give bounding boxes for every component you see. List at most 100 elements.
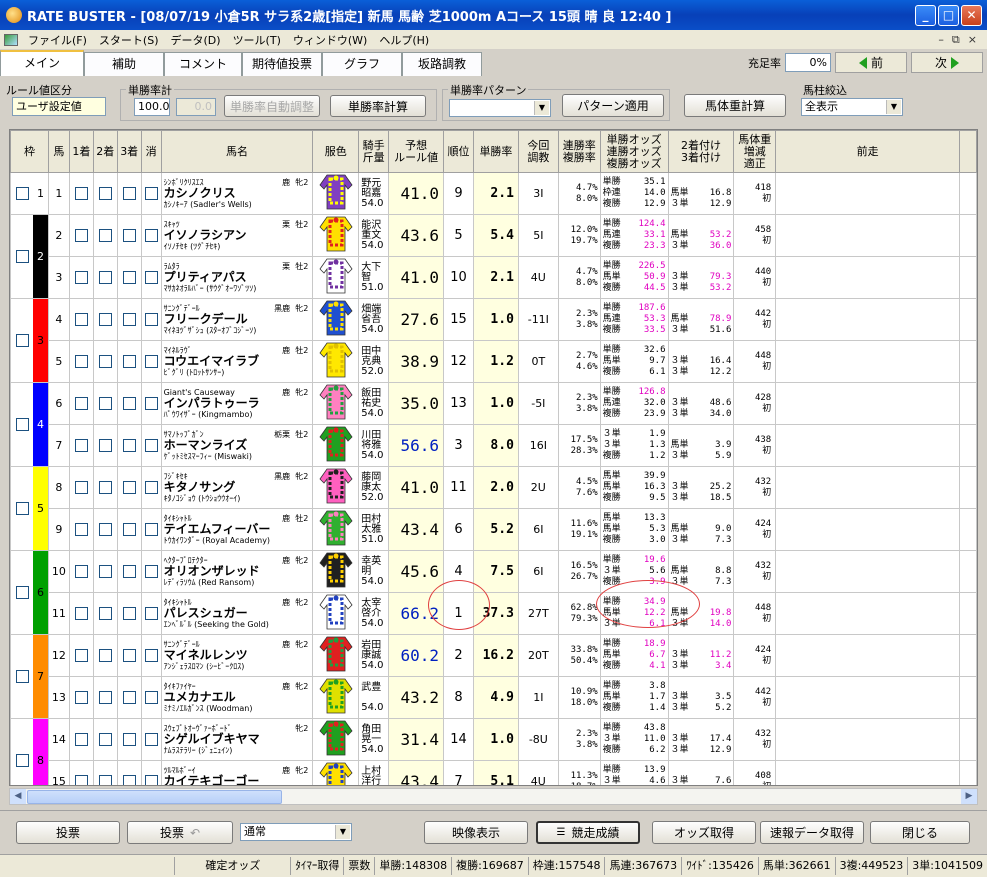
second-checkbox[interactable] [98, 355, 112, 369]
second-checkbox[interactable] [98, 229, 112, 243]
scratch-checkbox[interactable] [144, 649, 158, 663]
third-checkbox[interactable] [122, 691, 136, 705]
third-checkbox[interactable] [122, 733, 136, 747]
predicted-rule-value[interactable]: 41.0 [388, 172, 445, 215]
menu-help[interactable]: ヘルプ(H) [373, 32, 435, 48]
second-checkbox[interactable] [98, 481, 112, 495]
horse-name-cell[interactable]: ﾂﾙﾏﾙﾎﾞｰｲ鹿 牝2 カイテキゴーゴー ﾌｫｱｷﾞｰﾄﾞ (ﾉｰｻﾞﾝﾃｰｽ… [160, 760, 314, 785]
table-row[interactable]: 7 12 ｻﾆﾝｸﾞﾃﾞｰﾙ鹿 牝2 マイネルレンツ ｱﾝｼﾞｪﾗｽﾛﾏﾝ (ｼ… [10, 634, 977, 719]
table-row[interactable]: 11 ﾀｲｷｼｬﾄﾙ鹿 牝2 パレスシュガー ｴﾝﾍﾞﾙﾞﾙ (Seeking … [11, 592, 977, 635]
col-rank[interactable]: 順位 [443, 130, 474, 173]
past-race-cell[interactable] [775, 760, 960, 785]
horse-name-cell[interactable]: ﾏｲﾈﾙﾗｳﾞ鹿 牡2 コウエイマイラブ ﾋﾞｸﾞﾘ (ﾄﾛｯﾄｻﾝｻｰ) [160, 340, 314, 383]
table-row[interactable]: 6 10 ﾍｸﾀｰﾌﾟﾛﾃｸﾀｰ鹿 牝2 オリオンザレッド ﾚﾃﾞｨﾗｿｳﾑ (… [10, 550, 977, 635]
predicted-rule-value[interactable]: 60.2 [388, 634, 445, 677]
second-checkbox[interactable] [98, 607, 112, 621]
first-checkbox[interactable] [74, 439, 88, 453]
col-silks[interactable]: 服色 [312, 130, 360, 173]
predicted-rule-value[interactable]: 31.4 [388, 718, 445, 761]
calc-button[interactable]: 単勝率計算 [330, 95, 426, 117]
auto-adjust-button[interactable]: 単勝率自動調整 [224, 95, 320, 117]
third-checkbox[interactable] [122, 523, 136, 537]
get-flash-data-button[interactable]: 速報データ取得 [760, 821, 864, 844]
past-race-cell[interactable] [775, 298, 960, 341]
scratch-checkbox[interactable] [144, 691, 158, 705]
second-checkbox[interactable] [98, 775, 112, 785]
win-rate-cell[interactable]: 2.1 [472, 172, 519, 215]
win-rate-cell[interactable]: 5.4 [472, 214, 519, 257]
col-second[interactable]: 2着 [92, 130, 118, 173]
second-checkbox[interactable] [98, 649, 112, 663]
predicted-rule-value[interactable]: 27.6 [388, 298, 445, 341]
horse-name-cell[interactable]: ｻﾆﾝｸﾞﾃﾞｰﾙ 黒鹿 牝2 フリークデール ﾏｲﾈﾖﾂﾞｻﾞｼｭ (ｽﾀｰｵﾌ… [160, 298, 314, 341]
waku-checkbox[interactable] [15, 502, 29, 515]
past-race-cell[interactable] [775, 172, 960, 215]
horse-name-cell[interactable]: ﾗﾑﾀﾗ栗 牡2 プリティアパス ﾏｻｶﾈｵﾗﾙﾊﾞｰ (ｻｳｸﾞｵｰﾜｿﾞﾂｿ… [160, 256, 314, 299]
mdi-restore-icon[interactable]: ⧉ [952, 33, 960, 47]
horse-name-cell[interactable]: ｼﾝﾎﾞﾘｸﾘｽｴｽ鹿 牝2 カシノクリス ｶｼﾉｷｰｱ (Sadler's W… [160, 172, 314, 215]
weight-calc-button[interactable]: 馬体重計算 [684, 94, 786, 117]
third-checkbox[interactable] [122, 649, 136, 663]
horse-name-cell[interactable]: ｻﾆﾝｸﾞﾃﾞｰﾙ鹿 牝2 マイネルレンツ ｱﾝｼﾞｪﾗｽﾛﾏﾝ (ｼｰﾋﾞｰｸ… [160, 634, 314, 677]
horse-name-cell[interactable]: ﾌｼﾞｷｾｷ 黒鹿 牝2 キタノサング ｷﾀﾉｺｼﾞｮｳ (ﾄｳｼｮｳｳｵｰｲ) [160, 466, 314, 509]
third-checkbox[interactable] [122, 313, 136, 327]
first-checkbox[interactable] [74, 775, 88, 785]
third-checkbox[interactable] [122, 565, 136, 579]
second-checkbox[interactable] [98, 187, 112, 201]
minimize-button[interactable]: _ [915, 4, 936, 26]
third-checkbox[interactable] [122, 355, 136, 369]
menu-tools[interactable]: ツール(T) [227, 32, 287, 48]
col-past[interactable]: 前走 [775, 130, 960, 173]
win-rate-cell[interactable]: 1.2 [472, 340, 519, 383]
past-race-cell[interactable] [775, 508, 960, 551]
scratch-checkbox[interactable] [144, 313, 158, 327]
second-checkbox[interactable] [98, 565, 112, 579]
first-checkbox[interactable] [74, 565, 88, 579]
horse-name-cell[interactable]: ﾀｲｷｼｬﾄﾙ鹿 牝2 パレスシュガー ｴﾝﾍﾞﾙﾞﾙ (Seeking the… [160, 592, 314, 635]
tab-expected-vote[interactable]: 期待値投票 [242, 52, 322, 76]
second-checkbox[interactable] [98, 523, 112, 537]
waku-checkbox[interactable] [15, 187, 29, 200]
win-rate-cell[interactable]: 5.2 [472, 508, 519, 551]
predicted-rule-value[interactable]: 38.9 [388, 340, 445, 383]
scratch-checkbox[interactable] [144, 523, 158, 537]
mdi-close-icon[interactable]: × [968, 33, 977, 47]
waku-checkbox[interactable] [15, 418, 29, 431]
horse-name-cell[interactable]: ｻﾏﾉﾄｯﾌﾟｶﾞﾝ 栃栗 牡2 ホーマンライズ ｹﾞｯﾄﾐｾｽﾏｰﾌｨｰ (Mi… [160, 424, 314, 467]
menu-file[interactable]: ファイル(F) [22, 32, 93, 48]
col-waku[interactable]: 枠 [10, 130, 49, 173]
col-winrate[interactable]: 単勝率 [472, 130, 519, 173]
table-row[interactable]: 3 ﾗﾑﾀﾗ栗 牡2 プリティアパス ﾏｻｶﾈｵﾗﾙﾊﾞｰ (ｻｳｸﾞｵｰﾜｿﾞ… [11, 256, 977, 299]
table-row[interactable]: 7 ｻﾏﾉﾄｯﾌﾟｶﾞﾝ 栃栗 牡2 ホーマンライズ ｹﾞｯﾄﾐｾｽﾏｰﾌｨｰ (… [11, 424, 977, 467]
horse-name-cell[interactable]: ﾍｸﾀｰﾌﾟﾛﾃｸﾀｰ鹿 牝2 オリオンザレッド ﾚﾃﾞｨﾗｿｳﾑ (Red R… [160, 550, 314, 593]
tab-graph[interactable]: グラフ [322, 52, 402, 76]
second-checkbox[interactable] [98, 397, 112, 411]
col-uma[interactable]: 馬 [47, 130, 70, 173]
col-place[interactable]: 2着付け 3着付け [667, 130, 735, 173]
first-checkbox[interactable] [74, 229, 88, 243]
scratch-checkbox[interactable] [144, 481, 158, 495]
first-checkbox[interactable] [74, 355, 88, 369]
vote-undo-button[interactable]: 投票 ↶ [127, 821, 233, 844]
get-odds-button[interactable]: オッズ取得 [652, 821, 756, 844]
past-race-cell[interactable] [775, 214, 960, 257]
col-third[interactable]: 3着 [116, 130, 142, 173]
horse-name-cell[interactable]: ｽｷｬﾂ栗 牡2 イソノラシアン ｲｿﾉﾁｾｷ (ﾂｸﾞﾁｾｷ) [160, 214, 314, 257]
col-pred[interactable]: 予想 ルール値 [388, 130, 445, 173]
waku-checkbox[interactable] [15, 334, 29, 347]
win-rate-cell[interactable]: 1.0 [472, 298, 519, 341]
col-training[interactable]: 今回 調教 [517, 130, 559, 173]
table-row[interactable]: 13 ﾀｲｷﾌｧｲﾔｰ鹿 牝2 ユメカナエル ﾐﾅﾐﾉｴﾙｶﾞﾝｽ (Woodm… [11, 676, 977, 719]
win-rate-cell[interactable]: 8.0 [472, 424, 519, 467]
first-checkbox[interactable] [74, 523, 88, 537]
video-button[interactable]: 映像表示 [424, 821, 528, 844]
mdi-minimize-icon[interactable]: – [938, 33, 944, 47]
table-row[interactable]: 15 ﾂﾙﾏﾙﾎﾞｰｲ鹿 牝2 カイテキゴーゴー ﾌｫｱｷﾞｰﾄﾞ (ﾉｰｻﾞﾝ… [11, 760, 977, 785]
past-race-cell[interactable] [775, 424, 960, 467]
tab-main[interactable]: メイン [0, 50, 84, 76]
waku-checkbox[interactable] [15, 754, 29, 767]
past-results-button[interactable]: ☰ 競走成績 [536, 821, 640, 844]
win-rate-cell[interactable]: 1.0 [472, 382, 519, 425]
scratch-checkbox[interactable] [144, 439, 158, 453]
col-rates[interactable]: 連勝率 複勝率 [557, 130, 601, 173]
